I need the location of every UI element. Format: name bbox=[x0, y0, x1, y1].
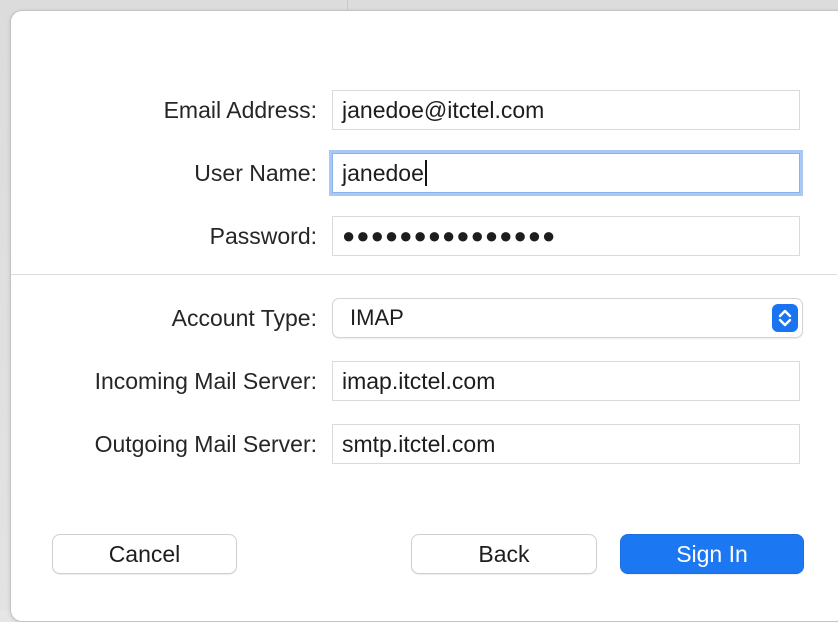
chevron-up-down-icon[interactable] bbox=[772, 304, 798, 332]
password-field[interactable]: ●●●●●●●●●●●●●●● bbox=[332, 216, 800, 256]
email-label: Email Address: bbox=[163, 97, 317, 123]
email-row: Email Address: janedoe@itctel.com bbox=[11, 90, 837, 130]
outgoing-server-label: Outgoing Mail Server: bbox=[94, 431, 317, 457]
password-row: Password: ●●●●●●●●●●●●●●● bbox=[11, 216, 837, 256]
incoming-server-label: Incoming Mail Server: bbox=[94, 368, 317, 394]
account-type-label: Account Type: bbox=[171, 305, 317, 331]
section-divider bbox=[11, 274, 837, 275]
back-button[interactable]: Back bbox=[411, 534, 597, 574]
account-type-select[interactable]: IMAP bbox=[332, 298, 803, 338]
account-type-value: IMAP bbox=[350, 305, 404, 330]
text-caret bbox=[424, 159, 427, 186]
sign-in-button[interactable]: Sign In bbox=[620, 534, 804, 574]
incoming-server-field[interactable]: imap.itctel.com bbox=[332, 361, 800, 401]
password-label: Password: bbox=[209, 223, 317, 249]
username-field[interactable]: janedoe bbox=[332, 153, 800, 193]
cancel-button[interactable]: Cancel bbox=[52, 534, 237, 574]
username-row: User Name: janedoe bbox=[11, 153, 837, 193]
outgoing-row: Outgoing Mail Server: smtp.itctel.com bbox=[11, 424, 837, 464]
username-value: janedoe bbox=[342, 160, 424, 186]
account-setup-sheet: Email Address: janedoe@itctel.com User N… bbox=[10, 10, 838, 622]
email-field[interactable]: janedoe@itctel.com bbox=[332, 90, 800, 130]
outgoing-server-field[interactable]: smtp.itctel.com bbox=[332, 424, 800, 464]
username-label: User Name: bbox=[194, 160, 317, 186]
backdrop-divider bbox=[347, 0, 348, 10]
incoming-row: Incoming Mail Server: imap.itctel.com bbox=[11, 361, 837, 401]
